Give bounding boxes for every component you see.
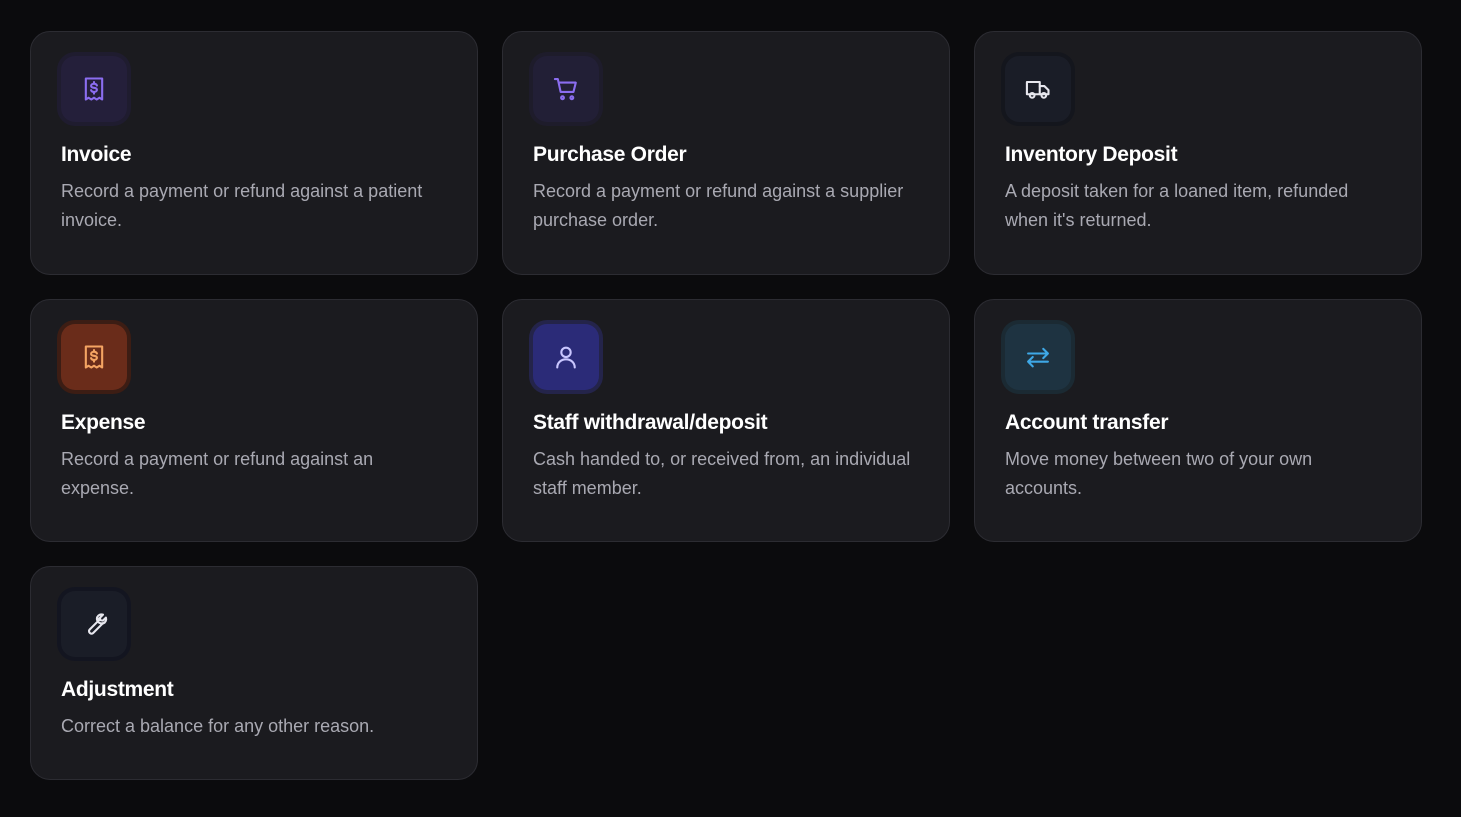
- truck-icon: [1005, 56, 1071, 122]
- card-purchase-order[interactable]: Purchase Order Record a payment or refun…: [502, 31, 950, 275]
- card-expense[interactable]: Expense Record a payment or refund again…: [30, 299, 478, 542]
- card-staff-withdrawal-deposit[interactable]: Staff withdrawal/deposit Cash handed to,…: [502, 299, 950, 542]
- card-account-transfer[interactable]: Account transfer Move money between two …: [974, 299, 1422, 542]
- arrows-left-right-icon: [1005, 324, 1071, 390]
- card-description: A deposit taken for a loaned item, refun…: [1005, 181, 1349, 230]
- card-title: Account transfer: [1005, 411, 1169, 434]
- wrench-icon: [61, 591, 127, 657]
- card-title: Purchase Order: [533, 143, 687, 166]
- card-description: Record a payment or refund against an ex…: [61, 449, 374, 498]
- card-title: Invoice: [61, 143, 132, 166]
- card-title: Inventory Deposit: [1005, 143, 1178, 166]
- card-title: Adjustment: [61, 678, 174, 701]
- receipt-dollar-icon: [61, 56, 127, 122]
- card-adjustment[interactable]: Adjustment Correct a balance for any oth…: [30, 566, 478, 780]
- receipt-dollar-icon: [61, 324, 127, 390]
- user-icon: [533, 324, 599, 390]
- card-description: Record a payment or refund against a sup…: [533, 181, 904, 230]
- card-description: Cash handed to, or received from, an ind…: [533, 449, 911, 498]
- card-title: Staff withdrawal/deposit: [533, 411, 768, 434]
- card-description: Record a payment or refund against a pat…: [61, 181, 423, 230]
- card-description: Correct a balance for any other reason.: [61, 716, 375, 736]
- card-invoice[interactable]: Invoice Record a payment or refund again…: [30, 31, 478, 275]
- transaction-type-grid: Invoice Record a payment or refund again…: [30, 31, 1422, 780]
- card-inventory-deposit[interactable]: Inventory Deposit A deposit taken for a …: [974, 31, 1422, 275]
- card-title: Expense: [61, 411, 146, 434]
- shopping-cart-icon: [533, 56, 599, 122]
- card-description: Move money between two of your own accou…: [1005, 449, 1313, 498]
